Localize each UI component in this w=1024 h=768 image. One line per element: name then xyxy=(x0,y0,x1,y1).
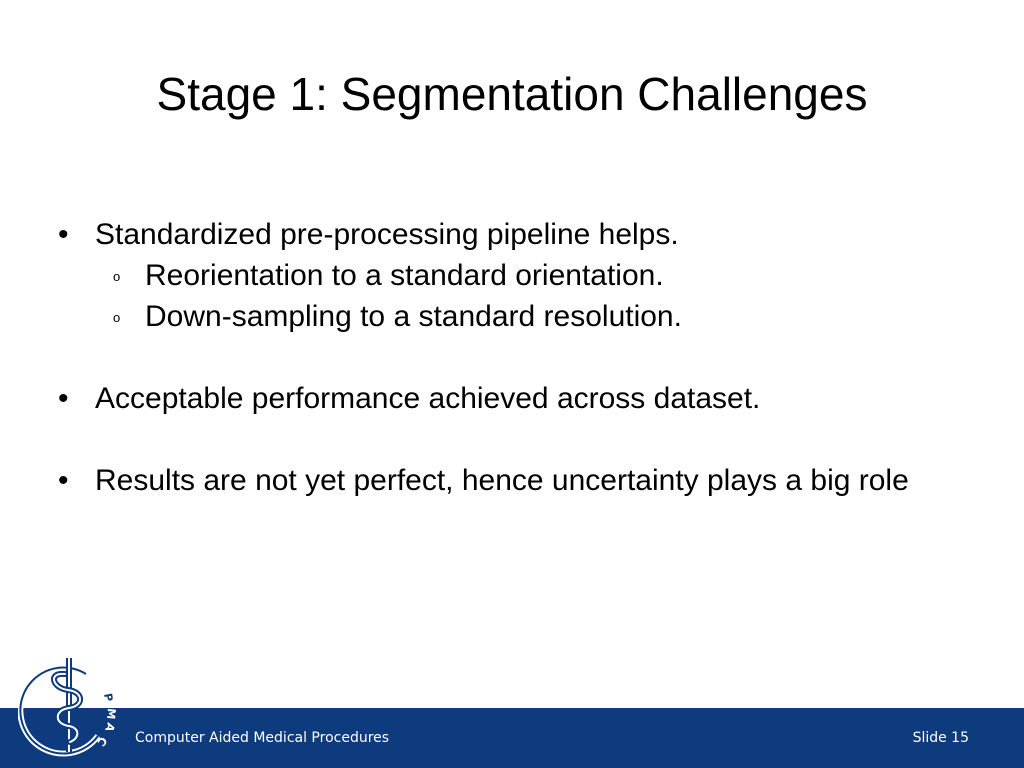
sub-bullet-text: Down-sampling to a standard resolution. xyxy=(145,300,682,333)
svg-text:A: A xyxy=(102,721,117,734)
bullet-text: Standardized pre-processing pipeline hel… xyxy=(95,218,679,251)
camp-logo-icon: P M A C xyxy=(18,658,118,757)
svg-text:P: P xyxy=(101,692,115,702)
bullet-marker: • xyxy=(58,218,69,251)
bullet-marker: • xyxy=(58,382,69,415)
bullet-text: Acceptable performance achieved across d… xyxy=(95,382,761,415)
footer-organization: Computer Aided Medical Procedures xyxy=(135,730,390,746)
bullet-list: • Standardized pre-processing pipeline h… xyxy=(0,0,1024,600)
sub-bullet-marker: o xyxy=(113,310,121,325)
svg-text:M: M xyxy=(104,708,118,720)
bullet-text: Results are not yet perfect, hence uncer… xyxy=(95,464,909,497)
slide-number: Slide 15 xyxy=(912,730,969,746)
bullet-marker: • xyxy=(58,464,69,497)
sub-bullet-marker: o xyxy=(113,269,121,284)
sub-bullet-text: Reorientation to a standard orientation. xyxy=(145,259,664,292)
